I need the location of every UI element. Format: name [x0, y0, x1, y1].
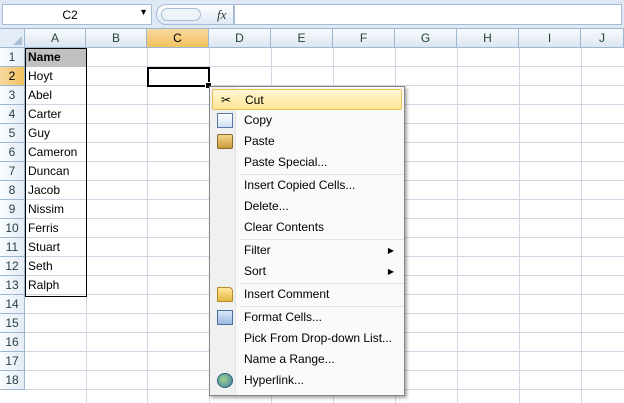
submenu-arrow-icon: ▶: [387, 246, 394, 255]
menu-item-clear-contents[interactable]: Clear Contents: [212, 217, 402, 238]
row-header-9[interactable]: 9: [0, 200, 25, 219]
menu-item-sort[interactable]: Sort ▶: [212, 261, 402, 282]
formula-input[interactable]: [234, 4, 622, 25]
row-header-12[interactable]: 12: [0, 257, 25, 276]
row-header-8[interactable]: 8: [0, 181, 25, 200]
menu-item-label: Clear Contents: [244, 220, 325, 234]
name-box-value: C2: [62, 8, 78, 22]
menu-item-label: Paste: [244, 134, 275, 148]
name-box[interactable]: C2 ▼: [2, 4, 152, 25]
submenu-arrow-icon: ▶: [387, 267, 394, 276]
menu-item-label: Format Cells...: [244, 310, 323, 324]
formula-controls: fx: [156, 4, 234, 25]
paste-icon: [217, 134, 233, 149]
column-header-g[interactable]: G: [395, 29, 457, 48]
row-header-13[interactable]: 13: [0, 276, 25, 295]
menu-item-label: Cut: [245, 93, 264, 107]
row-header-15[interactable]: 15: [0, 314, 25, 333]
menu-item-paste[interactable]: Paste: [212, 131, 402, 152]
column-header-d[interactable]: D: [209, 29, 271, 48]
copy-icon: [217, 113, 233, 128]
row-header-10[interactable]: 10: [0, 219, 25, 238]
gridline: [519, 48, 520, 403]
menu-item-insert-comment[interactable]: Insert Comment: [212, 284, 402, 305]
row-header-3[interactable]: 3: [0, 86, 25, 105]
row-header-2[interactable]: 2: [0, 67, 25, 86]
format-cells-icon: [217, 310, 233, 325]
gridline: [25, 66, 624, 67]
active-cell-c2[interactable]: [147, 67, 212, 89]
row-header-5[interactable]: 5: [0, 124, 25, 143]
menu-item-label: Sort: [244, 264, 267, 278]
menu-item-label: Insert Copied Cells...: [244, 178, 356, 192]
row-header-18[interactable]: 18: [0, 371, 25, 390]
select-all-button[interactable]: [0, 29, 25, 48]
scissors-icon: ✂: [220, 93, 232, 107]
menu-item-hyperlink[interactable]: Hyperlink...: [212, 370, 402, 391]
gridline: [147, 48, 148, 403]
gridline: [581, 48, 582, 403]
menu-item-delete[interactable]: Delete...: [212, 196, 402, 217]
menu-item-label: Hyperlink...: [244, 373, 305, 387]
row-header-11[interactable]: 11: [0, 238, 25, 257]
row-header-17[interactable]: 17: [0, 352, 25, 371]
row-header-4[interactable]: 4: [0, 105, 25, 124]
comment-icon: [217, 287, 233, 302]
row-header-14[interactable]: 14: [0, 295, 25, 314]
chevron-down-icon[interactable]: ▼: [139, 7, 148, 17]
menu-item-pick-from-list[interactable]: Pick From Drop-down List...: [212, 328, 402, 349]
column-header-e[interactable]: E: [271, 29, 333, 48]
menu-item-paste-special[interactable]: Paste Special...: [212, 152, 402, 173]
menu-item-label: Pick From Drop-down List...: [244, 331, 393, 345]
column-header-j[interactable]: J: [581, 29, 624, 48]
column-header-i[interactable]: I: [519, 29, 581, 48]
insert-function-icon[interactable]: fx: [217, 7, 226, 23]
menu-item-name-a-range[interactable]: Name a Range...: [212, 349, 402, 370]
column-header-b[interactable]: B: [86, 29, 147, 48]
formula-bar: C2 ▼ fx: [0, 0, 624, 29]
hyperlink-icon: [217, 373, 233, 388]
gridline: [457, 48, 458, 403]
menu-item-label: Delete...: [244, 199, 289, 213]
menu-item-label: Insert Comment: [244, 287, 330, 301]
row-header-6[interactable]: 6: [0, 143, 25, 162]
row-header-7[interactable]: 7: [0, 162, 25, 181]
menu-item-label: Name a Range...: [244, 352, 335, 366]
menu-item-cut[interactable]: ✂ Cut: [212, 89, 402, 110]
column-header-a[interactable]: A: [25, 29, 86, 48]
menu-item-filter[interactable]: Filter ▶: [212, 240, 402, 261]
menu-item-label: Paste Special...: [244, 155, 328, 169]
menu-item-copy[interactable]: Copy: [212, 110, 402, 131]
menu-item-label: Copy: [244, 113, 273, 127]
context-menu: ✂ Cut Copy Paste Paste Special... Insert…: [209, 86, 405, 396]
menu-item-insert-copied-cells[interactable]: Insert Copied Cells...: [212, 175, 402, 196]
column-header-f[interactable]: F: [333, 29, 395, 48]
row-header-16[interactable]: 16: [0, 333, 25, 352]
menu-item-format-cells[interactable]: Format Cells...: [212, 307, 402, 328]
row-header-1[interactable]: 1: [0, 48, 25, 67]
formula-oval-icon: [161, 8, 201, 21]
column-header-h[interactable]: H: [457, 29, 519, 48]
menu-item-label: Filter: [244, 243, 271, 257]
column-header-c[interactable]: C: [147, 29, 209, 48]
data-range-border: [25, 48, 87, 297]
